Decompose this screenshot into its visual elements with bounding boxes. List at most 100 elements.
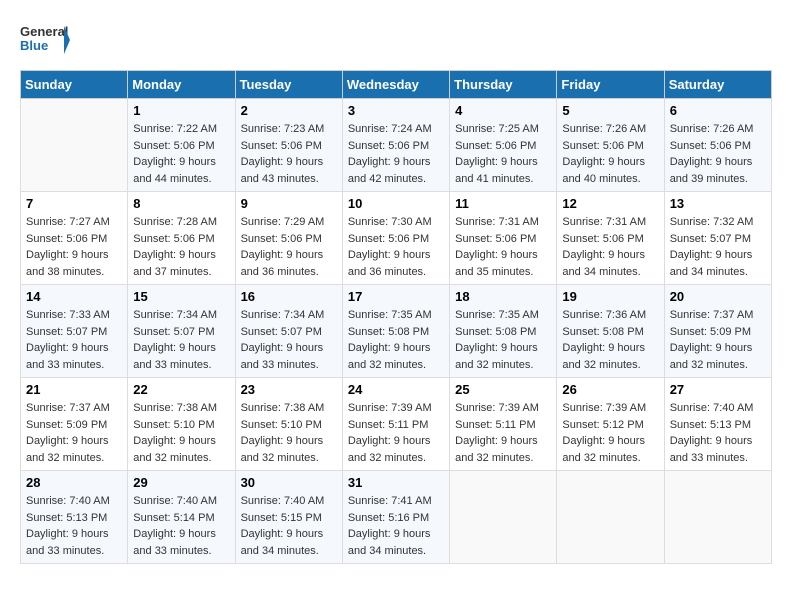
day-info: Sunrise: 7:36 AM Sunset: 5:08 PM Dayligh… [562, 307, 658, 373]
day-cell: 6 Sunrise: 7:26 AM Sunset: 5:06 PM Dayli… [664, 99, 771, 192]
day-headers-row: SundayMondayTuesdayWednesdayThursdayFrid… [21, 71, 772, 99]
daylight-label: Daylight: 9 hours and 36 minutes. [348, 249, 431, 278]
sunrise-label: Sunrise: 7:39 AM [455, 402, 539, 414]
sunset-label: Sunset: 5:06 PM [133, 140, 214, 152]
day-number: 4 [455, 103, 551, 118]
sunset-label: Sunset: 5:06 PM [562, 233, 643, 245]
day-cell: 14 Sunrise: 7:33 AM Sunset: 5:07 PM Dayl… [21, 285, 128, 378]
sunset-label: Sunset: 5:10 PM [241, 419, 322, 431]
day-number: 1 [133, 103, 229, 118]
day-info: Sunrise: 7:39 AM Sunset: 5:11 PM Dayligh… [455, 400, 551, 466]
daylight-label: Daylight: 9 hours and 42 minutes. [348, 156, 431, 185]
day-info: Sunrise: 7:31 AM Sunset: 5:06 PM Dayligh… [562, 214, 658, 280]
sunrise-label: Sunrise: 7:40 AM [241, 495, 325, 507]
daylight-label: Daylight: 9 hours and 34 minutes. [670, 249, 753, 278]
day-cell: 5 Sunrise: 7:26 AM Sunset: 5:06 PM Dayli… [557, 99, 664, 192]
day-cell: 28 Sunrise: 7:40 AM Sunset: 5:13 PM Dayl… [21, 471, 128, 564]
day-number: 16 [241, 289, 337, 304]
sunrise-label: Sunrise: 7:40 AM [133, 495, 217, 507]
svg-text:General: General [20, 24, 68, 39]
day-cell: 22 Sunrise: 7:38 AM Sunset: 5:10 PM Dayl… [128, 378, 235, 471]
day-cell: 21 Sunrise: 7:37 AM Sunset: 5:09 PM Dayl… [21, 378, 128, 471]
day-number: 5 [562, 103, 658, 118]
day-cell: 24 Sunrise: 7:39 AM Sunset: 5:11 PM Dayl… [342, 378, 449, 471]
day-info: Sunrise: 7:39 AM Sunset: 5:11 PM Dayligh… [348, 400, 444, 466]
day-cell: 11 Sunrise: 7:31 AM Sunset: 5:06 PM Dayl… [450, 192, 557, 285]
day-number: 18 [455, 289, 551, 304]
sunrise-label: Sunrise: 7:39 AM [348, 402, 432, 414]
logo: General Blue [20, 20, 70, 60]
sunrise-label: Sunrise: 7:23 AM [241, 123, 325, 135]
daylight-label: Daylight: 9 hours and 40 minutes. [562, 156, 645, 185]
daylight-label: Daylight: 9 hours and 32 minutes. [455, 435, 538, 464]
day-cell: 9 Sunrise: 7:29 AM Sunset: 5:06 PM Dayli… [235, 192, 342, 285]
day-cell: 10 Sunrise: 7:30 AM Sunset: 5:06 PM Dayl… [342, 192, 449, 285]
logo-icon: General Blue [20, 20, 70, 60]
day-cell: 13 Sunrise: 7:32 AM Sunset: 5:07 PM Dayl… [664, 192, 771, 285]
day-info: Sunrise: 7:31 AM Sunset: 5:06 PM Dayligh… [455, 214, 551, 280]
day-number: 3 [348, 103, 444, 118]
day-cell: 12 Sunrise: 7:31 AM Sunset: 5:06 PM Dayl… [557, 192, 664, 285]
day-cell [664, 471, 771, 564]
day-number: 23 [241, 382, 337, 397]
day-cell: 15 Sunrise: 7:34 AM Sunset: 5:07 PM Dayl… [128, 285, 235, 378]
sunset-label: Sunset: 5:07 PM [670, 233, 751, 245]
day-info: Sunrise: 7:38 AM Sunset: 5:10 PM Dayligh… [241, 400, 337, 466]
sunrise-label: Sunrise: 7:24 AM [348, 123, 432, 135]
daylight-label: Daylight: 9 hours and 35 minutes. [455, 249, 538, 278]
day-number: 29 [133, 475, 229, 490]
day-info: Sunrise: 7:40 AM Sunset: 5:13 PM Dayligh… [26, 493, 122, 559]
day-number: 19 [562, 289, 658, 304]
week-row-1: 1 Sunrise: 7:22 AM Sunset: 5:06 PM Dayli… [21, 99, 772, 192]
calendar-table: SundayMondayTuesdayWednesdayThursdayFrid… [20, 70, 772, 564]
daylight-label: Daylight: 9 hours and 32 minutes. [562, 342, 645, 371]
week-row-5: 28 Sunrise: 7:40 AM Sunset: 5:13 PM Dayl… [21, 471, 772, 564]
day-header-tuesday: Tuesday [235, 71, 342, 99]
daylight-label: Daylight: 9 hours and 37 minutes. [133, 249, 216, 278]
sunrise-label: Sunrise: 7:35 AM [348, 309, 432, 321]
day-info: Sunrise: 7:35 AM Sunset: 5:08 PM Dayligh… [348, 307, 444, 373]
day-number: 10 [348, 196, 444, 211]
day-cell: 29 Sunrise: 7:40 AM Sunset: 5:14 PM Dayl… [128, 471, 235, 564]
day-number: 15 [133, 289, 229, 304]
daylight-label: Daylight: 9 hours and 41 minutes. [455, 156, 538, 185]
day-info: Sunrise: 7:38 AM Sunset: 5:10 PM Dayligh… [133, 400, 229, 466]
daylight-label: Daylight: 9 hours and 33 minutes. [241, 342, 324, 371]
daylight-label: Daylight: 9 hours and 34 minutes. [562, 249, 645, 278]
sunset-label: Sunset: 5:06 PM [241, 140, 322, 152]
day-number: 31 [348, 475, 444, 490]
sunset-label: Sunset: 5:07 PM [26, 326, 107, 338]
daylight-label: Daylight: 9 hours and 36 minutes. [241, 249, 324, 278]
sunrise-label: Sunrise: 7:41 AM [348, 495, 432, 507]
day-cell: 18 Sunrise: 7:35 AM Sunset: 5:08 PM Dayl… [450, 285, 557, 378]
day-number: 9 [241, 196, 337, 211]
day-info: Sunrise: 7:34 AM Sunset: 5:07 PM Dayligh… [133, 307, 229, 373]
day-number: 17 [348, 289, 444, 304]
day-info: Sunrise: 7:28 AM Sunset: 5:06 PM Dayligh… [133, 214, 229, 280]
day-cell: 30 Sunrise: 7:40 AM Sunset: 5:15 PM Dayl… [235, 471, 342, 564]
day-number: 7 [26, 196, 122, 211]
day-number: 30 [241, 475, 337, 490]
sunrise-label: Sunrise: 7:38 AM [133, 402, 217, 414]
day-header-thursday: Thursday [450, 71, 557, 99]
sunrise-label: Sunrise: 7:31 AM [562, 216, 646, 228]
day-number: 2 [241, 103, 337, 118]
day-cell: 20 Sunrise: 7:37 AM Sunset: 5:09 PM Dayl… [664, 285, 771, 378]
day-info: Sunrise: 7:25 AM Sunset: 5:06 PM Dayligh… [455, 121, 551, 187]
svg-text:Blue: Blue [20, 38, 48, 53]
daylight-label: Daylight: 9 hours and 39 minutes. [670, 156, 753, 185]
day-number: 11 [455, 196, 551, 211]
sunrise-label: Sunrise: 7:37 AM [26, 402, 110, 414]
daylight-label: Daylight: 9 hours and 33 minutes. [133, 528, 216, 557]
day-cell: 25 Sunrise: 7:39 AM Sunset: 5:11 PM Dayl… [450, 378, 557, 471]
day-number: 6 [670, 103, 766, 118]
day-cell [21, 99, 128, 192]
sunrise-label: Sunrise: 7:29 AM [241, 216, 325, 228]
day-cell: 31 Sunrise: 7:41 AM Sunset: 5:16 PM Dayl… [342, 471, 449, 564]
sunset-label: Sunset: 5:10 PM [133, 419, 214, 431]
day-info: Sunrise: 7:37 AM Sunset: 5:09 PM Dayligh… [670, 307, 766, 373]
day-info: Sunrise: 7:40 AM Sunset: 5:13 PM Dayligh… [670, 400, 766, 466]
day-info: Sunrise: 7:40 AM Sunset: 5:14 PM Dayligh… [133, 493, 229, 559]
day-number: 12 [562, 196, 658, 211]
daylight-label: Daylight: 9 hours and 32 minutes. [562, 435, 645, 464]
